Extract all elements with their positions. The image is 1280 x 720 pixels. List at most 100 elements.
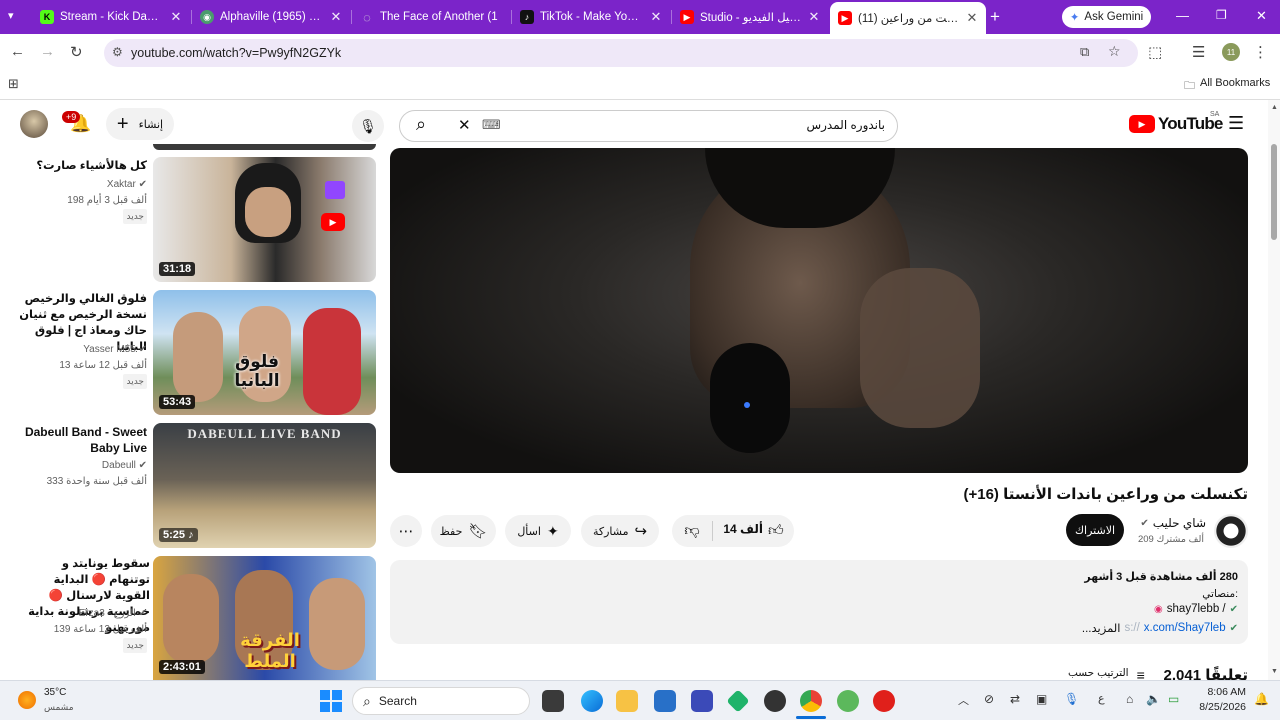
store-icon[interactable] [654,690,676,712]
more-description-link[interactable]: ...المزيد [1082,621,1121,635]
battery-icon[interactable]: ▭ [1168,692,1179,706]
clock-date[interactable]: 8/25/2026 [1196,701,1246,713]
save-button[interactable]: حفظ 🔖︎ [431,515,496,547]
search-input[interactable]: باندوره المدرس [806,118,885,132]
more-actions-icon[interactable]: ⋯ [390,515,422,547]
extensions-icon[interactable]: ⬚ [1148,43,1162,61]
tab-youtube-studio[interactable]: ▶ Studio - تفاصيل الفيديو ✕ [672,4,828,30]
close-window-icon[interactable]: ✕ [1256,8,1267,24]
tray-icon-2[interactable]: ⇄ [1010,692,1020,706]
close-tab-icon[interactable]: ✕ [966,10,978,26]
voice-search-icon[interactable]: 🎙 [352,110,384,142]
tab-face-of-another[interactable]: ◌ The Face of Another (1 [352,4,510,30]
recommended-channel[interactable]: Dabeull ✔ [12,458,147,473]
channel-name-row[interactable]: شاي حليب ✔ [1140,516,1206,530]
file-explorer-icon[interactable] [616,690,638,712]
minimize-icon[interactable]: — [1176,8,1189,23]
scroll-down-icon[interactable]: ▼ [1271,668,1278,675]
scroll-up-icon[interactable]: ▲ [1271,104,1278,111]
account-avatar[interactable] [20,110,48,138]
app-green-icon[interactable] [837,690,859,712]
instagram-link-row[interactable]: ◉ shay7lebb / ✔ [1154,603,1238,615]
channel-name[interactable]: شاي حليب [1153,516,1206,530]
ask-gemini-button[interactable]: ✦ Ask Gemini [1062,6,1151,28]
notification-center-icon[interactable]: 🔔 [1254,692,1269,706]
x-link[interactable]: x.com/Shay7leb [1144,622,1226,634]
description-box[interactable]: 280 ألف مشاهدة قبل 3 أشهر منصاتي: ◉ shay… [390,560,1248,644]
reload-icon[interactable]: ↻ [70,43,83,61]
sort-comments-button[interactable]: الترتيب حسب ≡ [1068,667,1145,680]
new-tab-icon[interactable]: + [990,7,1000,27]
recommended-channel[interactable]: Yasser M55 ✔ [12,342,147,357]
taskbar-search-box[interactable]: ⌕ Search [352,687,530,715]
volume-icon[interactable]: 🔈 [1146,692,1161,706]
omnibox[interactable]: ⚙ youtube.com/watch?v=Pw9yfN2GZYk ⧉ ☆ [104,39,1138,67]
dislike-button[interactable]: 👎︎ [672,522,712,540]
weather-sun-icon[interactable] [18,691,36,709]
profile-avatar[interactable]: 11 [1222,43,1240,61]
youtube-logo[interactable]: ▶ YouTube SA [1129,111,1223,134]
tab-alphaville[interactable]: ◉ Alphaville (1965) direc ✕ [192,4,350,30]
chrome-icon[interactable] [800,690,822,712]
keyboard-icon[interactable]: ⌨ [482,117,501,133]
recommended-channel[interactable]: Xaktar ✔ [12,177,147,192]
edge-icon[interactable] [581,690,603,712]
x-link-row[interactable]: ...المزيد s:// x.com/Shay7leb ✔ [1082,621,1238,635]
recommended-thumbnail-2[interactable]: فلوق البانيا 53:43 [153,290,376,415]
recommended-thumbnail-3[interactable]: DABEULL LIVE BAND 5:25 ♪ [153,423,376,548]
app-circle-icon[interactable] [764,690,786,712]
apps-grid-icon[interactable]: ⊞ [8,76,19,92]
page-scrollbar[interactable]: ▲ ▼ [1268,100,1280,680]
browser-menu-icon[interactable]: ⋮ [1253,43,1268,61]
close-tab-icon[interactable]: ✕ [650,9,662,25]
tab-search-chevron-icon[interactable]: ▾ [8,9,14,22]
search-icon[interactable]: ⌕ [416,114,426,135]
all-bookmarks-button[interactable]: 🗀 All Bookmarks [1184,77,1270,96]
tab-search-icon[interactable]: ☰ [1192,43,1205,61]
ask-button[interactable]: اسأل ✦ [505,515,571,547]
weather-temp[interactable]: 35°C [44,687,66,698]
back-icon[interactable]: ← [10,43,25,60]
app-icon[interactable] [691,690,713,712]
scrollbar-thumb[interactable] [1271,144,1277,240]
share-label: مشاركة [592,525,629,538]
clear-search-icon[interactable]: ✕ [458,116,471,134]
tray-icon-3[interactable]: ▣ [1036,692,1047,706]
task-view-icon[interactable] [542,690,564,712]
bookmark-star-icon[interactable]: ☆ [1108,43,1121,60]
tray-chevron-icon[interactable]: ︿ [958,692,969,708]
recommended-channel[interactable]: Erza3 - الزرع ✔ [12,606,147,621]
tab-tiktok[interactable]: ♪ TikTok - Make Your Da ✕ [512,4,670,30]
install-app-icon[interactable]: ⧉ [1080,44,1089,60]
tab-kick[interactable]: K Stream - Kick Dashboa ✕ [32,4,190,30]
share-button[interactable]: مشاركة ↪ [581,515,659,547]
tray-mic-icon[interactable]: 🎙 [1064,692,1079,706]
guide-menu-icon[interactable]: ☰ [1228,113,1244,134]
close-tab-icon[interactable]: ✕ [808,9,820,25]
url-text[interactable]: youtube.com/watch?v=Pw9yfN2GZYk [131,46,341,60]
search-box[interactable]: باندوره المدرس ⌨ ✕ ⌕ [399,110,898,142]
close-tab-icon[interactable]: ✕ [330,9,342,25]
maximize-icon[interactable]: ❐ [1216,8,1227,22]
subscribe-button[interactable]: الاشتراك [1066,514,1124,546]
recommended-thumbnail-4[interactable]: الفرقة الملط 2:43:01 [153,556,376,680]
like-button[interactable]: 14 ألف 👍︎ [713,522,794,540]
clock-time[interactable]: 8:06 AM [1196,686,1246,698]
instagram-handle[interactable]: shay7lebb / [1167,603,1226,615]
site-info-icon[interactable]: ⚙ [112,45,123,59]
close-tab-icon[interactable]: ✕ [170,9,182,25]
opera-icon[interactable] [873,690,895,712]
recommended-thumbnail-1[interactable]: ▶ 31:18 [153,157,376,282]
app-diamond-icon[interactable] [726,689,750,713]
tab-youtube-active[interactable]: ▶ (11) تكنسلت من وراعين ✕ [830,2,986,34]
tray-icon-1[interactable]: ⊘ [984,692,994,706]
video-player[interactable] [390,148,1248,473]
create-button[interactable]: + إنشاء [106,108,174,140]
network-icon[interactable]: ⌂ [1126,692,1133,706]
channel-avatar[interactable] [1214,514,1248,548]
recommended-title[interactable]: كل هالأشياء صارت؟ [12,158,147,174]
forward-icon[interactable]: → [40,43,55,60]
input-language[interactable]: ع [1098,692,1105,705]
recommended-title[interactable]: Dabeull Band - Sweet Baby Live [12,424,147,456]
windows-start-icon[interactable] [320,690,342,712]
